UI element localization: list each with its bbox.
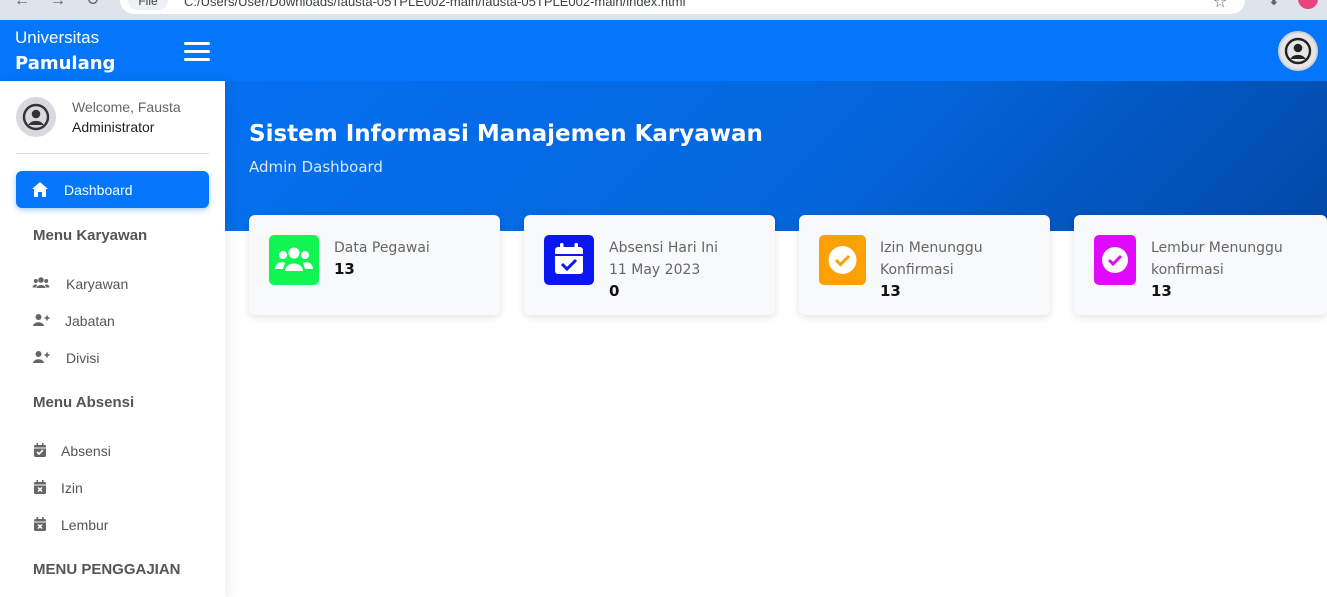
sidebar-item-label: Karyawan [66, 276, 129, 292]
stat-card-absensi-hari-ini[interactable]: Absensi Hari Ini 11 May 2023 0 [524, 215, 775, 315]
sidebar-item-jabatan[interactable]: Jabatan [16, 305, 209, 335]
back-icon[interactable]: ← [14, 0, 30, 9]
user-circle-icon [22, 103, 50, 131]
sidebar-item-label: Divisi [66, 350, 100, 366]
sidebar-item-izin[interactable]: Izin [16, 472, 209, 502]
calendar-x-icon [34, 517, 46, 531]
calendar-x-icon [34, 480, 46, 494]
users-icon [32, 277, 50, 288]
forward-icon[interactable]: → [50, 0, 66, 9]
avatar [16, 97, 56, 137]
stat-label-line: Izin Menunggu [880, 240, 983, 256]
sidebar-item-divisi[interactable]: Divisi [16, 342, 209, 372]
stat-card-data-pegawai[interactable]: Data Pegawai 13 [249, 215, 500, 315]
user-role: Administrator [72, 119, 155, 135]
brand[interactable]: Universitas Pamulang [15, 28, 115, 76]
home-icon [32, 182, 48, 197]
divider [16, 153, 209, 154]
brand-line1: Universitas [15, 28, 100, 47]
section-title-karyawan: Menu Karyawan [33, 227, 148, 244]
welcome-text: Welcome, Fausta [72, 99, 181, 115]
sidebar-item-label: Jabatan [65, 313, 115, 329]
stat-card-izin-menunggu[interactable]: Izin Menunggu Konfirmasi 13 [799, 215, 1050, 315]
url-text[interactable]: C:/Users/User/Downloads/fausta-05TPLE002… [184, 0, 685, 9]
user-circle-icon [1284, 37, 1312, 65]
sidebar-item-dashboard[interactable]: Dashboard [16, 171, 209, 208]
hero-banner: Sistem Informasi Manajemen Karyawan Admi… [225, 81, 1327, 231]
stat-value: 0 [609, 282, 620, 300]
stat-value: 13 [334, 260, 355, 278]
brand-line2: Pamulang [15, 53, 116, 74]
sidebar-item-karyawan[interactable]: Karyawan [16, 268, 209, 298]
stat-label: Data Pegawai [334, 240, 430, 256]
top-navbar: Universitas Pamulang [0, 20, 1327, 81]
sidebar-item-label: Dashboard [64, 182, 133, 198]
stat-label: Lembur Menunggu konfirmasi [1151, 237, 1311, 281]
check-circle-icon [1094, 235, 1136, 285]
hamburger-icon[interactable] [184, 42, 210, 62]
sidebar-item-label: Izin [61, 480, 83, 496]
check-circle-icon [819, 235, 866, 285]
stat-date: 11 May 2023 [609, 262, 701, 278]
sidebar-item-absensi[interactable]: Absensi [16, 435, 209, 465]
user-plus-icon [33, 314, 50, 326]
sidebar-item-label: Absensi [61, 443, 111, 459]
stat-card-lembur-menunggu[interactable]: Lembur Menunggu konfirmasi 13 [1074, 215, 1327, 315]
reload-icon[interactable]: ↻ [86, 0, 99, 9]
user-avatar-button[interactable] [1278, 31, 1318, 71]
page-subtitle: Admin Dashboard [249, 158, 383, 176]
download-icon[interactable]: ⬇ [1268, 0, 1280, 9]
stat-value: 13 [880, 282, 901, 300]
browser-profile-avatar[interactable] [1298, 0, 1318, 9]
stat-label-line: Konfirmasi [880, 262, 954, 278]
calendar-check-icon [34, 443, 46, 457]
sidebar-item-lembur[interactable]: Lembur [16, 509, 209, 539]
users-icon [269, 235, 319, 285]
sidebar-item-label: Lembur [61, 517, 109, 533]
calendar-check-icon [544, 235, 594, 285]
stat-label-line: Absensi Hari Ini [609, 240, 718, 256]
section-title-penggajian: MENU PENGGAJIAN [33, 561, 181, 578]
user-plus-icon [33, 351, 50, 363]
site-info-chip[interactable]: File [128, 0, 168, 10]
page-title: Sistem Informasi Manajemen Karyawan [249, 121, 763, 147]
stat-label-line: Lembur Menunggu [1151, 240, 1283, 256]
bookmark-star-icon[interactable]: ☆ [1213, 0, 1227, 12]
stat-label: Izin Menunggu Konfirmasi [880, 237, 1040, 281]
browser-toolbar: ← → ↻ File C:/Users/User/Downloads/faust… [0, 0, 1327, 20]
sidebar: Welcome, Fausta Administrator Dashboard … [0, 81, 225, 597]
section-title-absensi: Menu Absensi [33, 394, 135, 411]
stat-label: Absensi Hari Ini 11 May 2023 [609, 237, 769, 281]
stat-label-line: konfirmasi [1151, 262, 1224, 278]
stat-value: 13 [1151, 282, 1172, 300]
